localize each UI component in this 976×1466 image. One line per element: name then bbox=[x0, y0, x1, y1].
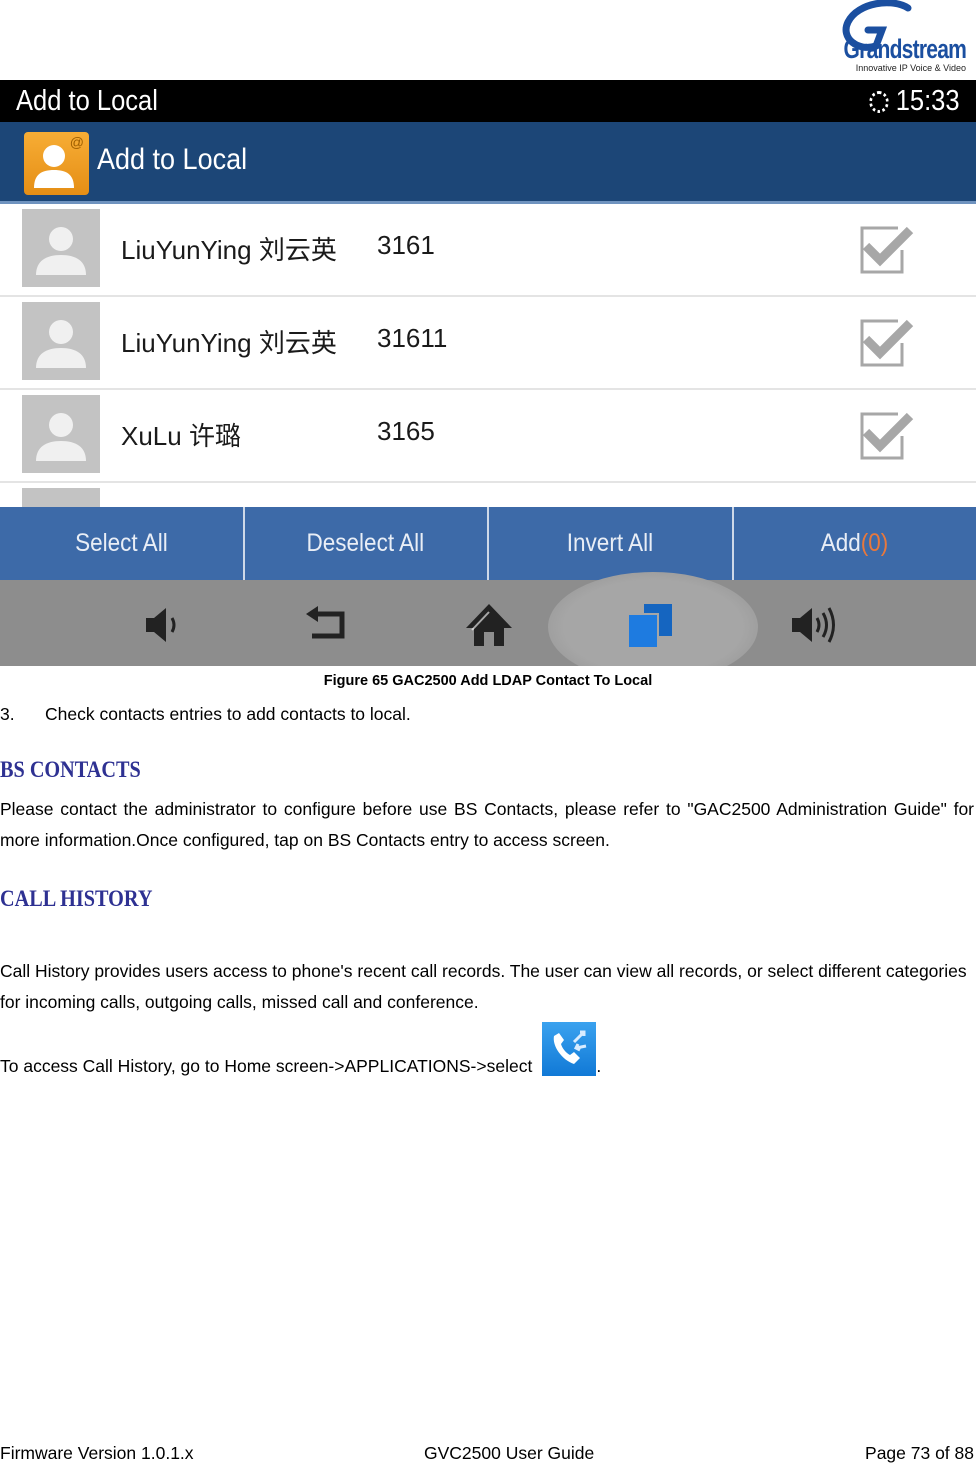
volume-down-icon[interactable] bbox=[140, 602, 190, 648]
device-screenshot: Add to Local 15:33 @ Add to Local LiuYun… bbox=[0, 80, 976, 666]
action-bar: Select All Deselect All Invert All Add(0… bbox=[0, 507, 976, 580]
contact-row[interactable]: XuLu 许璐 3165 bbox=[0, 390, 976, 483]
contact-row[interactable]: LiuYunYing 刘云英 31611 bbox=[0, 297, 976, 390]
section-heading-call-history: CALL HISTORY bbox=[0, 886, 153, 911]
avatar-placeholder-icon bbox=[22, 302, 100, 380]
system-nav-bar bbox=[0, 572, 976, 666]
checkbox-icon[interactable] bbox=[858, 410, 914, 462]
contact-row[interactable]: LiuYunYing 刘云英 3161 bbox=[0, 204, 976, 297]
deselect-all-button[interactable]: Deselect All bbox=[245, 507, 489, 580]
app-bar: @ Add to Local bbox=[0, 122, 976, 204]
contact-at-icon: @ bbox=[24, 132, 89, 195]
volume-up-icon[interactable] bbox=[788, 602, 838, 648]
checkbox-icon[interactable] bbox=[858, 224, 914, 276]
app-bar-title: Add to Local bbox=[97, 143, 248, 176]
logo-brand: Grandstream bbox=[843, 34, 966, 64]
status-bar: Add to Local 15:33 bbox=[0, 80, 976, 122]
checkbox-icon[interactable] bbox=[858, 317, 914, 369]
footer-guide-title: GVC2500 User Guide bbox=[424, 1443, 595, 1463]
clock-time: 15:33 bbox=[896, 85, 960, 117]
grandstream-logo: Grandstream Innovative IP Voice & Video bbox=[832, 0, 972, 76]
bs-contacts-paragraph: Please contact the administrator to conf… bbox=[0, 799, 974, 850]
home-icon[interactable] bbox=[464, 602, 514, 648]
avatar-placeholder-icon bbox=[22, 209, 100, 287]
logo-tagline: Innovative IP Voice & Video bbox=[855, 63, 966, 73]
back-icon[interactable] bbox=[302, 602, 352, 648]
footer-firmware: Firmware Version 1.0.1.x bbox=[0, 1443, 194, 1463]
status-bar-title: Add to Local bbox=[16, 85, 158, 117]
recent-apps-icon[interactable] bbox=[626, 602, 676, 648]
call-history-app-icon bbox=[542, 1022, 597, 1076]
figure-caption: Figure 65 GAC2500 Add LDAP Contact To Lo… bbox=[323, 673, 653, 689]
call-history-paragraph: Call History provides users access to ph… bbox=[0, 961, 967, 1012]
contact-name: LiuYunYing 刘云英 bbox=[121, 328, 337, 358]
step-item: 3. Check contacts entries to add contacts… bbox=[0, 704, 411, 725]
add-count: (0) bbox=[861, 529, 889, 557]
add-label: Add bbox=[820, 529, 862, 557]
access-suffix: . bbox=[596, 1056, 602, 1076]
status-bar-clock: 15:33 bbox=[869, 85, 960, 118]
sync-icon bbox=[869, 90, 890, 113]
access-text: To access Call History, go to Home scree… bbox=[0, 1056, 533, 1076]
select-all-button[interactable]: Select All bbox=[0, 507, 245, 580]
invert-all-button[interactable]: Invert All bbox=[489, 507, 734, 580]
contact-list: LiuYunYing 刘云英 3161 LiuYunYing 刘云英 31611… bbox=[0, 204, 976, 566]
avatar-placeholder-icon bbox=[22, 395, 100, 473]
contact-name: LiuYunYing 刘云英 bbox=[121, 235, 337, 265]
add-button[interactable]: Add(0) bbox=[734, 507, 976, 580]
step-text: Check contacts entries to add contacts t… bbox=[45, 704, 411, 724]
access-paragraph: To access Call History, go to Home scree… bbox=[0, 1022, 974, 1093]
section-heading-bs-contacts: BS CONTACTS bbox=[0, 757, 141, 782]
contact-number: 3165 bbox=[377, 416, 435, 446]
contact-name: XuLu 许璐 bbox=[121, 421, 241, 451]
contact-number: 3161 bbox=[377, 230, 435, 260]
step-number: 3. bbox=[0, 704, 15, 724]
footer-page-number: Page 73 of 88 bbox=[865, 1443, 974, 1463]
contact-number: 31611 bbox=[377, 323, 448, 353]
